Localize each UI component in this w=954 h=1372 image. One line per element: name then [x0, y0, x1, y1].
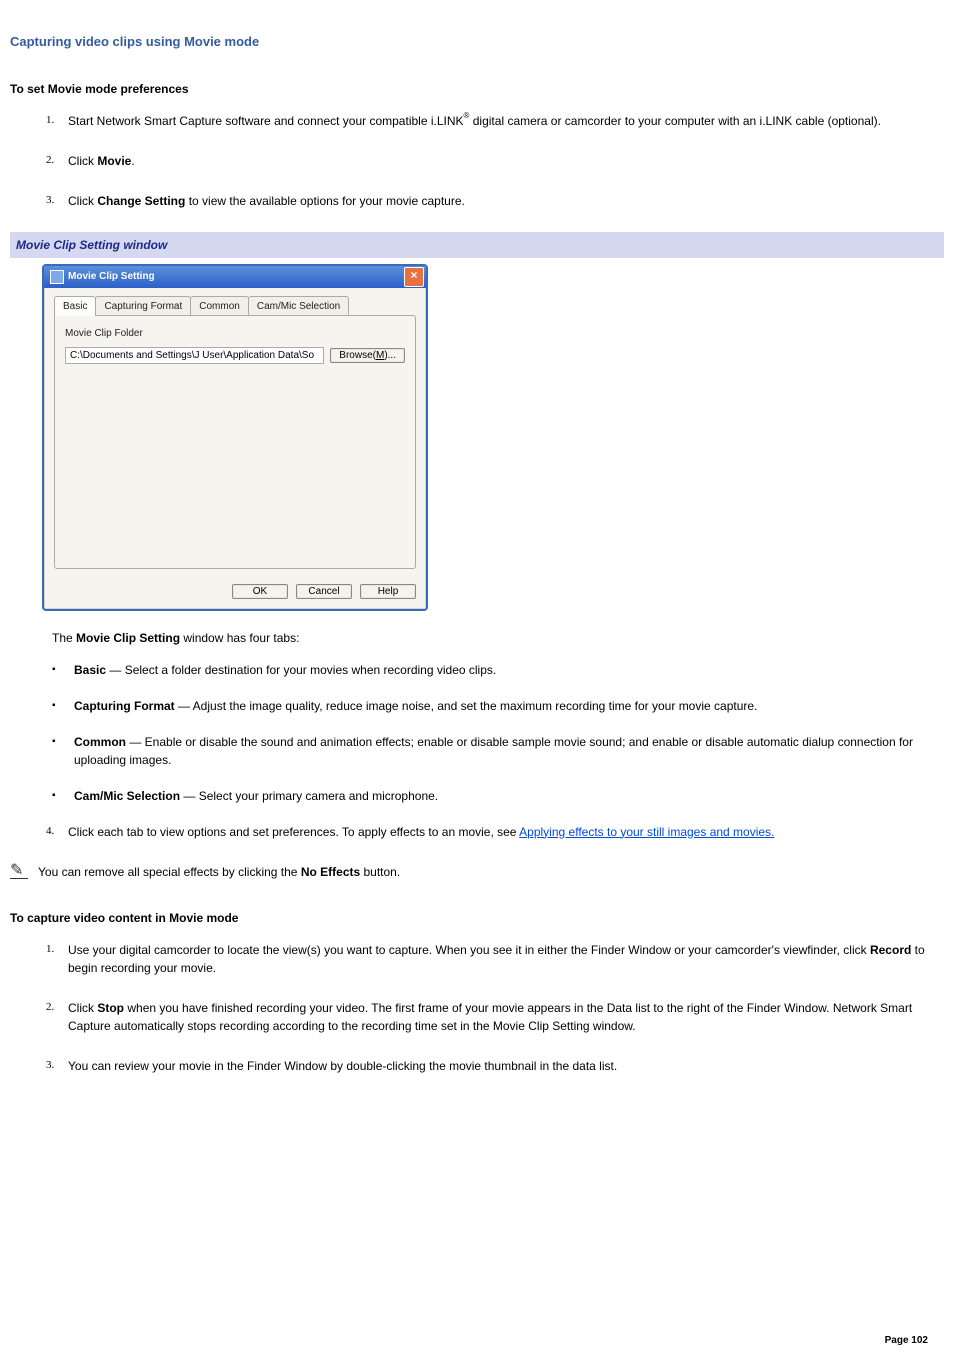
tabs-row: Basic Capturing Format Common Cam/Mic Se… — [44, 288, 426, 316]
folder-label: Movie Clip Folder — [65, 326, 405, 341]
dialog-title: Movie Clip Setting — [68, 269, 155, 284]
tabs-intro: The Movie Clip Setting window has four t… — [52, 629, 944, 647]
tab-common[interactable]: Common — [190, 296, 249, 316]
dialog-footer: OK Cancel Help — [44, 578, 426, 609]
note-b: button. — [360, 865, 400, 879]
tab-basic[interactable]: Basic — [54, 296, 96, 316]
desc-cap-bold: Capturing Format — [74, 699, 175, 713]
desc-cap-text: — Adjust the image quality, reduce image… — [175, 699, 758, 713]
s3-text: You can review your movie in the Finder … — [68, 1059, 617, 1073]
movie-clip-setting-dialog: Movie Clip Setting × Basic Capturing For… — [42, 264, 428, 611]
step-text-b: digital camera or camcorder to your comp… — [469, 114, 881, 128]
intro-bold: Movie Clip Setting — [76, 631, 180, 645]
step-text: Click — [68, 154, 97, 168]
desc-com-text: — Enable or disable the sound and animat… — [74, 735, 913, 767]
step-2: 2. Click Movie. — [50, 152, 944, 170]
desc-basic-bold: Basic — [74, 663, 106, 677]
desc-capturing-format: Capturing Format — Adjust the image qual… — [52, 697, 944, 715]
desc-cam-bold: Cam/Mic Selection — [74, 789, 180, 803]
section-heading-set-prefs: To set Movie mode preferences — [10, 80, 944, 98]
help-button[interactable]: Help — [360, 584, 416, 599]
bold-movie: Movie — [97, 154, 131, 168]
tab-cam-mic[interactable]: Cam/Mic Selection — [248, 296, 349, 316]
s1-a: Use your digital camcorder to locate the… — [68, 943, 870, 957]
browse-post: )... — [384, 350, 396, 361]
cancel-button[interactable]: Cancel — [296, 584, 352, 599]
browse-button[interactable]: Browse(M)... — [330, 348, 405, 363]
s2-a: Click — [68, 1001, 97, 1015]
registered-mark: ® — [464, 111, 470, 120]
intro-a: The — [52, 631, 76, 645]
page-title: Capturing video clips using Movie mode — [10, 32, 944, 52]
step-number: 2. — [46, 999, 54, 1016]
step-number: 3. — [46, 192, 54, 209]
step-number: 1. — [46, 112, 54, 129]
note-row: You can remove all special effects by cl… — [10, 863, 944, 881]
step-text-b: to view the available options for your m… — [185, 194, 464, 208]
tab-description-list: Basic — Select a folder destination for … — [10, 661, 944, 805]
capture-step-2: 2. Click Stop when you have finished rec… — [50, 999, 944, 1035]
dialog-titlebar: Movie Clip Setting × — [44, 266, 426, 288]
ok-button[interactable]: OK — [232, 584, 288, 599]
note-a: You can remove all special effects by cl… — [38, 865, 301, 879]
s2-bold: Stop — [97, 1001, 124, 1015]
bold-change-setting: Change Setting — [97, 194, 185, 208]
close-button[interactable]: × — [404, 267, 424, 287]
steps-capture: 1. Use your digital camcorder to locate … — [10, 941, 944, 1075]
step-3: 3. Click Change Setting to view the avai… — [50, 192, 944, 210]
desc-common: Common — Enable or disable the sound and… — [52, 733, 944, 769]
steps-continued: 4. Click each tab to view options and se… — [10, 823, 944, 841]
step-1: 1. Start Network Smart Capture software … — [50, 112, 944, 130]
intro-b: window has four tabs: — [180, 631, 299, 645]
figure-caption: Movie Clip Setting window — [10, 232, 944, 258]
step-4: 4. Click each tab to view options and se… — [50, 823, 944, 841]
step-number: 2. — [46, 152, 54, 169]
note-bold: No Effects — [301, 865, 360, 879]
page-number: Page 102 — [885, 1333, 928, 1348]
folder-path-input[interactable] — [65, 347, 324, 364]
desc-cam-text: — Select your primary camera and microph… — [180, 789, 438, 803]
tab-capturing-format[interactable]: Capturing Format — [95, 296, 191, 316]
step-text: Click — [68, 194, 97, 208]
note-icon — [10, 864, 28, 879]
s1-bold: Record — [870, 943, 911, 957]
note-text: You can remove all special effects by cl… — [38, 863, 400, 881]
desc-basic: Basic — Select a folder destination for … — [52, 661, 944, 679]
steps-set-prefs: 1. Start Network Smart Capture software … — [10, 112, 944, 210]
desc-com-bold: Common — [74, 735, 126, 749]
step-number: 3. — [46, 1057, 54, 1074]
app-icon — [50, 270, 64, 284]
desc-cam-mic: Cam/Mic Selection — Select your primary … — [52, 787, 944, 805]
step-number: 4. — [46, 823, 54, 840]
step-text-b: . — [131, 154, 134, 168]
link-applying-effects[interactable]: Applying effects to your still images an… — [519, 825, 774, 839]
browse-pre: Browse( — [339, 350, 376, 361]
tab-body: Movie Clip Folder Browse(M)... — [54, 315, 416, 569]
s2-b: when you have finished recording your vi… — [68, 1001, 912, 1033]
capture-step-1: 1. Use your digital camcorder to locate … — [50, 941, 944, 977]
desc-basic-text: — Select a folder destination for your m… — [106, 663, 496, 677]
capture-step-3: 3. You can review your movie in the Find… — [50, 1057, 944, 1075]
step-number: 1. — [46, 941, 54, 958]
section-heading-capture: To capture video content in Movie mode — [10, 909, 944, 927]
step-text: Start Network Smart Capture software and… — [68, 114, 464, 128]
step4-text: Click each tab to view options and set p… — [68, 825, 519, 839]
